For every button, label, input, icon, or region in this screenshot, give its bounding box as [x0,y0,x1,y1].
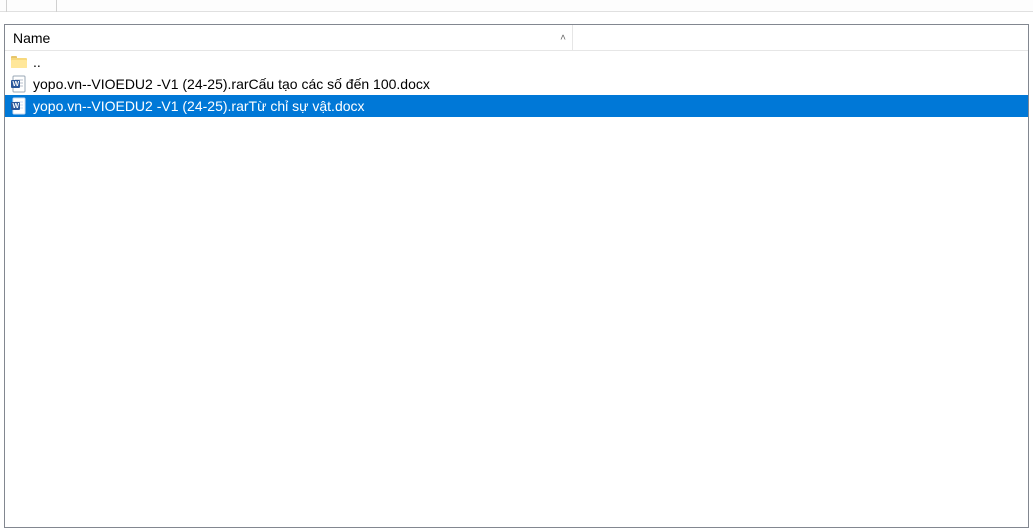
column-header-row: Name ˄ [5,25,1028,51]
docx-icon: W [9,75,29,93]
toolbar-separator [56,0,57,12]
file-name-label: .. [33,54,41,70]
spacer [0,12,1033,24]
toolbar-stub [0,0,1033,12]
list-item[interactable]: W yopo.vn--VIOEDU2 -V1 (24-25).rarCấu tạ… [5,73,1028,95]
column-header-size[interactable] [573,25,1028,50]
toolbar-separator [6,0,7,12]
file-name-label: yopo.vn--VIOEDU2 -V1 (24-25).rarTừ chỉ s… [33,98,365,114]
file-list: Name ˄ .. [4,24,1029,528]
sort-indicator-icon: ˄ [560,32,566,43]
folder-icon [9,53,29,71]
file-rows: .. W yopo.vn--VIOEDU2 -V1 (24-25).rarCấu… [5,51,1028,117]
file-name-label: yopo.vn--VIOEDU2 -V1 (24-25).rarCấu tạo … [33,76,430,92]
list-item[interactable]: .. [5,51,1028,73]
docx-icon: W [9,97,29,115]
column-header-name[interactable]: Name ˄ [5,25,573,50]
svg-text:W: W [13,81,20,88]
column-header-name-label: Name [13,30,50,46]
list-item[interactable]: W yopo.vn--VIOEDU2 -V1 (24-25).rarTừ chỉ… [5,95,1028,117]
svg-text:W: W [13,103,20,110]
